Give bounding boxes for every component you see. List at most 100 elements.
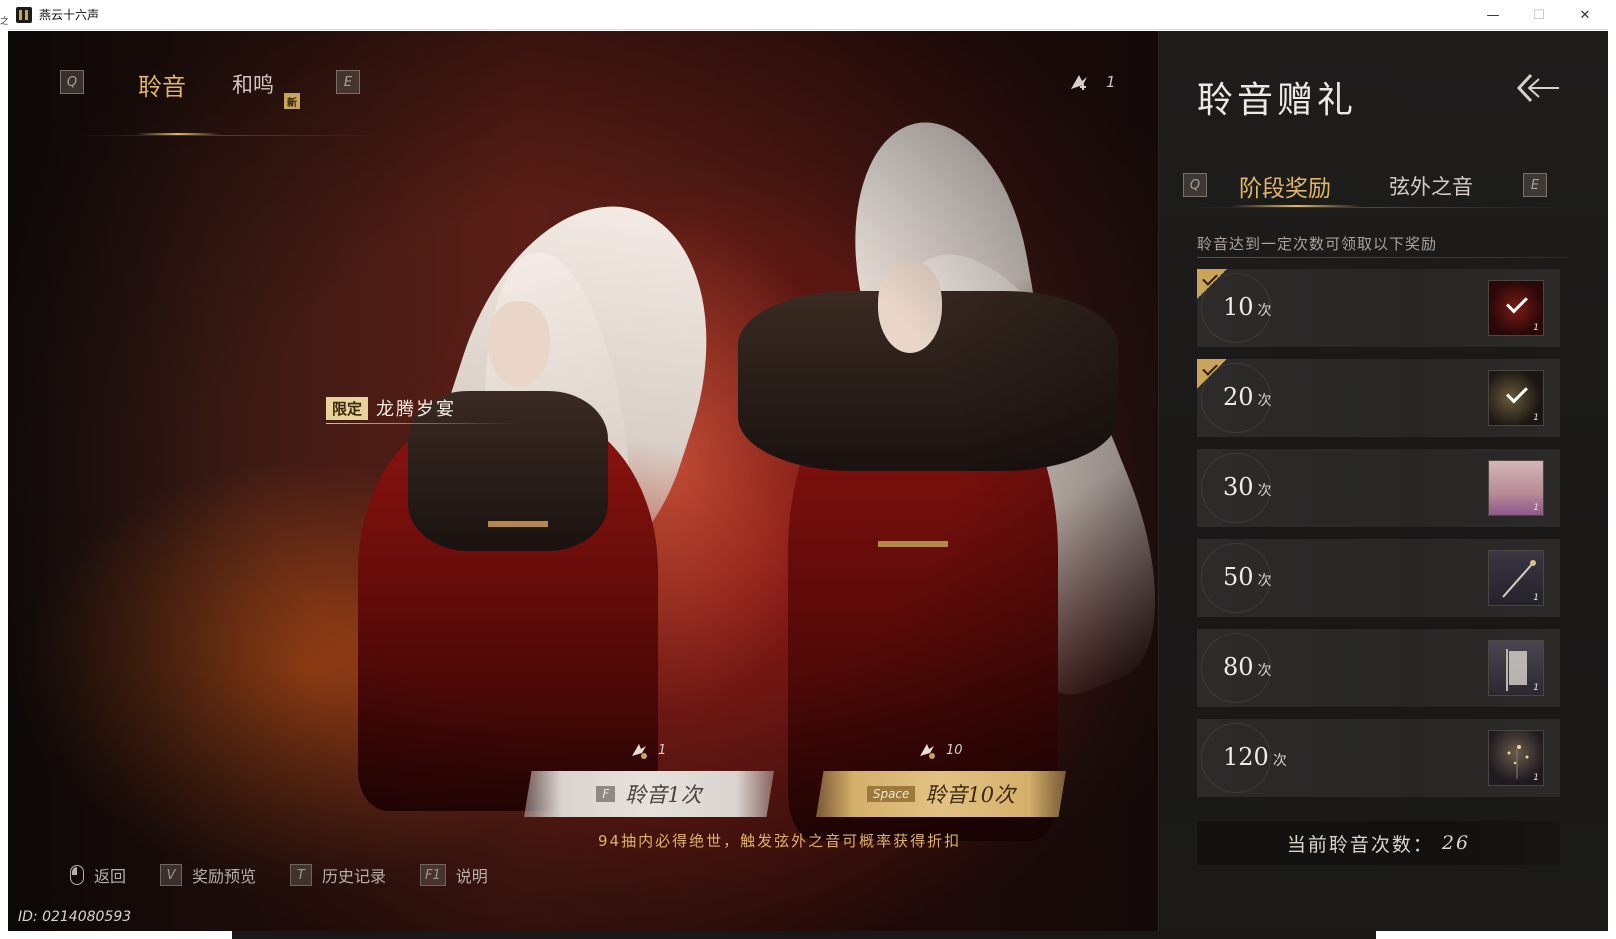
- reward-item[interactable]: 1: [1488, 370, 1544, 426]
- pull-one-cost-value: 1: [658, 742, 667, 758]
- listen-token-icon: [916, 739, 938, 761]
- milestone-unit: 次: [1257, 573, 1272, 589]
- reward-qty: 1: [1533, 323, 1539, 333]
- limited-name: 龙腾岁宴: [376, 399, 457, 420]
- new-badge: 新: [284, 93, 300, 109]
- window-titlebar: 燕云十六声 — ☐ ✕: [8, 0, 1608, 30]
- tab-divider: [68, 135, 378, 136]
- pull-one-button[interactable]: F 聆音1次: [524, 771, 774, 817]
- reward-item[interactable]: 1: [1488, 640, 1544, 696]
- subtab-prev-key[interactable]: Q: [1183, 173, 1207, 197]
- listen-token-icon: [628, 739, 650, 761]
- hotkey-help[interactable]: F1 说明: [420, 863, 488, 887]
- milestone-count: 30 次: [1223, 473, 1272, 501]
- hotkey-reward-preview[interactable]: V 奖励预览: [160, 863, 256, 887]
- tab-overtone[interactable]: 弦外之音: [1389, 171, 1473, 201]
- reward-qty: 1: [1533, 683, 1539, 693]
- milestone-count: 80 次: [1223, 653, 1272, 681]
- reward-item[interactable]: 1: [1488, 280, 1544, 336]
- reward-qty: 1: [1533, 773, 1539, 783]
- milestone-count: 10 次: [1223, 293, 1272, 321]
- milestone-count-value: 10: [1223, 293, 1254, 321]
- subtab-active-underline: [1231, 205, 1361, 207]
- milestone-row[interactable]: 10 次 1: [1197, 269, 1560, 347]
- limited-banner: 限定 龙腾岁宴: [326, 395, 456, 421]
- currency-count: 1: [1106, 73, 1116, 91]
- milestone-list: 10 次 1 20 次 1 30 次 1 50 次 1 80 次 1 120 次…: [1197, 269, 1560, 809]
- current-count-label: 当前聆音次数：: [1286, 833, 1434, 856]
- pull-ten-button[interactable]: Space 聆音10次: [816, 771, 1066, 817]
- tab-listen[interactable]: 聆音: [138, 67, 186, 102]
- milestone-unit: 次: [1272, 753, 1287, 769]
- window-title: 燕云十六声: [39, 8, 100, 22]
- mouse-icon: [70, 865, 84, 885]
- player-id: ID: 0214080593: [18, 909, 132, 925]
- milestone-count: 20 次: [1223, 383, 1272, 411]
- milestone-row[interactable]: 120 次 1: [1197, 719, 1560, 797]
- limited-tag: 限定: [326, 396, 369, 420]
- tab-stage-rewards[interactable]: 阶段奖励: [1239, 169, 1331, 203]
- hotkey-back-label: 返回: [94, 867, 127, 886]
- hotkey-history-key: T: [290, 864, 313, 886]
- reward-qty: 1: [1533, 503, 1539, 513]
- hotkey-back[interactable]: 返回: [70, 863, 126, 887]
- reward-qty: 1: [1533, 593, 1539, 603]
- panel-title: 聆音赠礼: [1197, 80, 1358, 121]
- milestone-count-value: 20: [1223, 383, 1254, 411]
- hotkey-help-label: 说明: [455, 867, 488, 886]
- milestone-count-value: 120: [1223, 743, 1269, 771]
- milestone-count-value: 50: [1223, 563, 1254, 591]
- description-divider: [1197, 257, 1567, 258]
- check-icon: [1506, 291, 1528, 314]
- pull-one-key: F: [596, 786, 616, 802]
- pull-ten-cost: 10: [916, 739, 963, 761]
- milestone-row[interactable]: 80 次 1: [1197, 629, 1560, 707]
- milestone-row[interactable]: 30 次 1: [1197, 449, 1560, 527]
- hotkey-bar: 返回 V 奖励预览 T 历史记录 F1 说明: [70, 863, 488, 887]
- milestone-unit: 次: [1257, 663, 1272, 679]
- hotkey-history[interactable]: T 历史记录: [290, 863, 386, 887]
- tab-active-underline: [136, 133, 220, 135]
- tab-prev-key[interactable]: Q: [60, 70, 84, 94]
- outer-strip: 之: [0, 0, 9, 939]
- pull-ten-key: Space: [866, 786, 916, 802]
- milestone-unit: 次: [1257, 393, 1272, 409]
- subtab-divider: [1183, 207, 1563, 208]
- reward-qty: 1: [1533, 413, 1539, 423]
- milestone-unit: 次: [1257, 303, 1272, 319]
- reward-item[interactable]: 1: [1488, 730, 1544, 786]
- pull-ten-cost-value: 10: [946, 742, 963, 758]
- current-count-value: 26: [1441, 832, 1471, 854]
- check-icon: [1506, 381, 1528, 404]
- maximize-button[interactable]: ☐: [1516, 0, 1562, 30]
- panel-description: 聆音达到一定次数可领取以下奖励: [1197, 235, 1438, 253]
- hotkey-history-label: 历史记录: [322, 867, 387, 886]
- close-button[interactable]: ✕: [1562, 0, 1608, 30]
- reward-panel: 聆音赠礼 Q 阶段奖励 弦外之音 E 聆音达到一定次数可领取以下奖励 10 次: [1158, 31, 1608, 931]
- pull-one-cost: 1: [628, 739, 666, 761]
- window-controls: — ☐ ✕: [1470, 0, 1608, 30]
- current-count-display: 当前聆音次数： 26: [1197, 821, 1560, 865]
- hotkey-reward-preview-key: V: [160, 864, 183, 886]
- currency-display: 1: [1066, 69, 1116, 95]
- tab-next-key[interactable]: E: [336, 70, 360, 94]
- subtab-next-key[interactable]: E: [1523, 173, 1547, 197]
- tab-harmony[interactable]: 和鸣: [232, 69, 274, 99]
- back-arrow-icon[interactable]: [1515, 71, 1561, 105]
- minimize-button[interactable]: —: [1470, 0, 1516, 30]
- banner-stage: Q 聆音 和鸣 新 E 1 限定 龙腾岁宴 1 10 F 聆音1次 Space …: [8, 31, 1197, 931]
- limited-underline: [326, 423, 516, 424]
- reward-item[interactable]: 1: [1488, 550, 1544, 606]
- milestone-row[interactable]: 50 次 1: [1197, 539, 1560, 617]
- taskbar-strip: [232, 931, 1376, 939]
- reward-item[interactable]: 1: [1488, 460, 1544, 516]
- pull-ten-label: 聆音10次: [925, 783, 1016, 807]
- milestone-count-value: 80: [1223, 653, 1254, 681]
- milestone-count: 50 次: [1223, 563, 1272, 591]
- pull-one-label: 聆音1次: [625, 783, 702, 807]
- milestone-count: 120 次: [1223, 743, 1287, 771]
- milestone-unit: 次: [1257, 483, 1272, 499]
- milestone-row[interactable]: 20 次 1: [1197, 359, 1560, 437]
- milestone-count-value: 30: [1223, 473, 1254, 501]
- game-viewport: Q 聆音 和鸣 新 E 1 限定 龙腾岁宴 1 10 F 聆音1次 Space …: [8, 31, 1608, 931]
